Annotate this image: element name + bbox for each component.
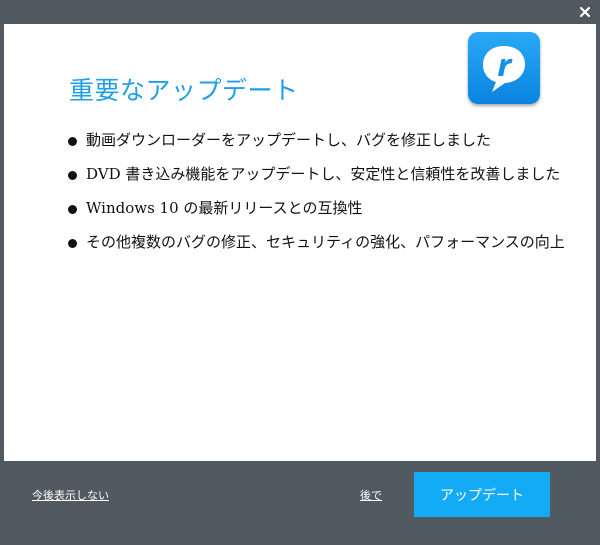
bullet-icon (68, 137, 77, 146)
feature-list: 動画ダウンローダーをアップデートし、バグを修正しました DVD 書き込み機能をア… (66, 131, 566, 267)
dialog-title: 重要なアップデート (69, 76, 299, 105)
bullet-icon (68, 239, 77, 248)
bullet-icon (68, 205, 77, 214)
dont-show-again-link[interactable]: 今後表示しない (32, 487, 109, 503)
bullet-icon (68, 171, 77, 180)
dialog-footer: 今後表示しない 後で アップデート (0, 461, 600, 545)
list-item: その他複数のバグの修正、セキュリティの強化、パフォーマンスの向上 (66, 233, 566, 252)
dialog-content: 重要なアップデート 動画ダウンローダーをアップデートし、バグを修正しました DV… (4, 24, 596, 461)
update-button[interactable]: アップデート (414, 472, 550, 517)
title-bar (0, 0, 600, 24)
feature-text: その他複数のバグの修正、セキュリティの強化、パフォーマンスの向上 (86, 233, 565, 251)
list-item: DVD 書き込み機能をアップデートし、安定性と信頼性を改善しました (66, 165, 566, 184)
feature-text: DVD 書き込み機能をアップデートし、安定性と信頼性を改善しました (86, 165, 561, 183)
update-dialog: 重要なアップデート 動画ダウンローダーをアップデートし、バグを修正しました DV… (0, 0, 600, 545)
later-link[interactable]: 後で (360, 487, 382, 503)
feature-text: Windows 10 の最新リリースとの互換性 (86, 199, 363, 217)
realplayer-logo-icon (468, 32, 540, 104)
close-icon (579, 6, 591, 18)
list-item: Windows 10 の最新リリースとの互換性 (66, 199, 566, 218)
list-item: 動画ダウンローダーをアップデートし、バグを修正しました (66, 131, 566, 150)
feature-text: 動画ダウンローダーをアップデートし、バグを修正しました (86, 131, 492, 149)
close-button[interactable] (576, 3, 594, 21)
